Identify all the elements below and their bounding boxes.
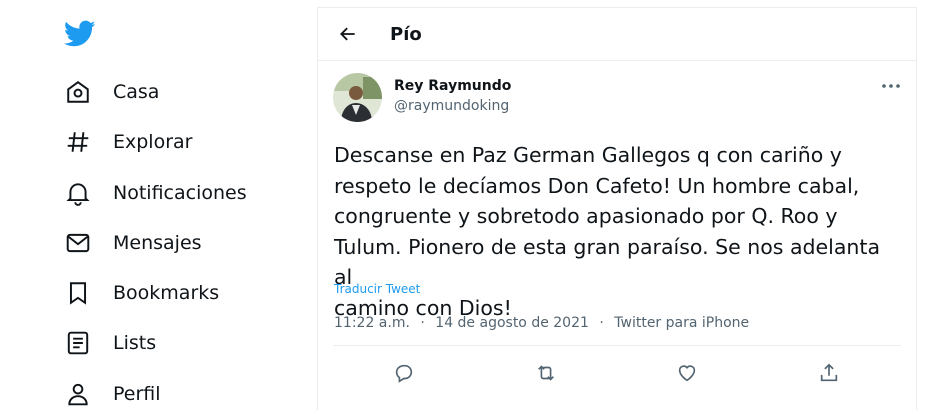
divider bbox=[317, 8, 318, 410]
sidebar-item-label: Notificaciones bbox=[113, 182, 247, 204]
divider bbox=[333, 345, 901, 346]
sidebar-item-label: Explorar bbox=[113, 131, 193, 153]
author-name[interactable]: Rey Raymundo bbox=[394, 78, 511, 94]
page-header: Pío bbox=[318, 8, 916, 60]
sidebar-item-label: Perfil bbox=[113, 383, 161, 405]
divider bbox=[916, 8, 917, 410]
sidebar-item-label: Lists bbox=[113, 332, 157, 354]
hashtag-icon bbox=[64, 128, 92, 156]
sidebar-item-label: Bookmarks bbox=[113, 282, 220, 304]
sidebar-item-bookmarks[interactable]: Bookmarks bbox=[64, 273, 219, 313]
list-icon bbox=[64, 329, 92, 357]
home-icon bbox=[64, 78, 92, 106]
avatar[interactable] bbox=[333, 73, 382, 122]
author-handle[interactable]: @raymundoking bbox=[394, 98, 509, 114]
translate-link[interactable]: Traducir Tweet bbox=[334, 282, 420, 296]
tweet-text-line: congruente y sobretodo apasionado por Q.… bbox=[334, 204, 838, 228]
bell-icon bbox=[64, 179, 92, 207]
like-icon[interactable] bbox=[676, 362, 700, 386]
sidebar-item-notifications[interactable]: Notificaciones bbox=[64, 173, 247, 213]
tweet-actions bbox=[333, 352, 901, 396]
meta-separator: · bbox=[420, 315, 425, 331]
reply-icon[interactable] bbox=[393, 362, 417, 386]
divider bbox=[318, 60, 916, 61]
mail-icon bbox=[64, 229, 92, 257]
sidebar-item-label: Casa bbox=[113, 81, 160, 103]
sidebar-item-lists[interactable]: Lists bbox=[64, 323, 156, 363]
meta-separator: · bbox=[599, 315, 604, 331]
bookmark-icon bbox=[64, 279, 92, 307]
person-icon bbox=[64, 380, 92, 408]
sidebar: Casa Explorar Notificaciones Mensajes Bo… bbox=[0, 0, 318, 410]
tweet-text-line: respeto le decíamos Don Cafeto! Un hombr… bbox=[334, 173, 860, 198]
back-arrow-icon[interactable] bbox=[338, 24, 358, 44]
tweet-source[interactable]: Twitter para iPhone bbox=[614, 315, 749, 331]
twitter-bird-icon[interactable] bbox=[63, 20, 96, 48]
sidebar-item-messages[interactable]: Mensajes bbox=[64, 223, 202, 263]
page-title: Pío bbox=[390, 24, 422, 45]
tweet-time[interactable]: 11:22 a.m. bbox=[334, 315, 410, 331]
share-icon[interactable] bbox=[818, 362, 842, 386]
retweet-icon[interactable] bbox=[534, 362, 558, 386]
sidebar-item-profile[interactable]: Perfil bbox=[64, 374, 161, 414]
sidebar-item-explore[interactable]: Explorar bbox=[64, 122, 192, 162]
more-icon[interactable] bbox=[880, 78, 902, 94]
tweet-text-line: Descanse en Paz German Gallegos q con ca… bbox=[334, 143, 842, 167]
tweet-date[interactable]: 14 de agosto de 2021 bbox=[435, 315, 589, 331]
sidebar-item-label: Mensajes bbox=[113, 232, 202, 254]
tweet-meta: 11:22 a.m. · 14 de agosto de 2021 · Twit… bbox=[334, 315, 755, 331]
sidebar-item-home[interactable]: Casa bbox=[64, 72, 159, 112]
